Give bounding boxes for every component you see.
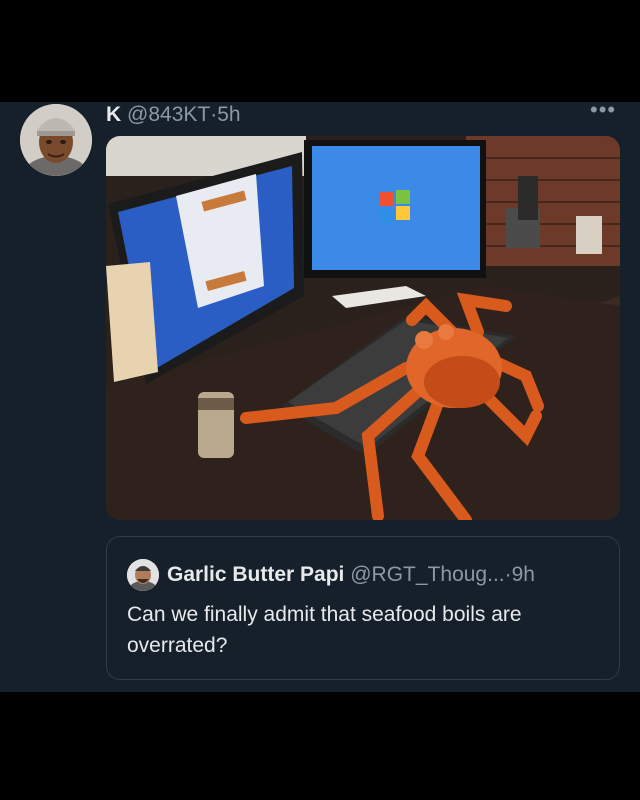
quoted-tweet-header: Garlic Butter Papi @RGT_Thoug...·9h [167,561,535,589]
quoted-tweet-text: Can we finally admit that seafood boils … [127,603,522,657]
tweet-photo[interactable] [106,136,620,520]
quoted-author-handle[interactable]: @RGT_Thoug... [350,563,504,586]
quoted-timestamp[interactable]: 9h [512,563,535,586]
author-name[interactable]: K [106,103,121,126]
more-options-icon[interactable]: ••• [590,99,626,124]
author-avatar-image [20,104,92,176]
author-avatar[interactable] [20,104,92,176]
tweet-header: K @843KT·5h [106,102,241,128]
author-handle[interactable]: @843KT [127,103,210,126]
quoted-author-name[interactable]: Garlic Butter Papi [167,563,344,586]
crab-desk-photo [106,136,620,520]
tweet-timestamp[interactable]: 5h [217,103,240,126]
quoted-separator: · [504,563,512,586]
quoted-avatar-image [127,559,159,591]
quoted-author-avatar[interactable] [127,559,159,591]
quoted-tweet[interactable]: Garlic Butter Papi @RGT_Thoug...·9h Can … [106,536,620,680]
